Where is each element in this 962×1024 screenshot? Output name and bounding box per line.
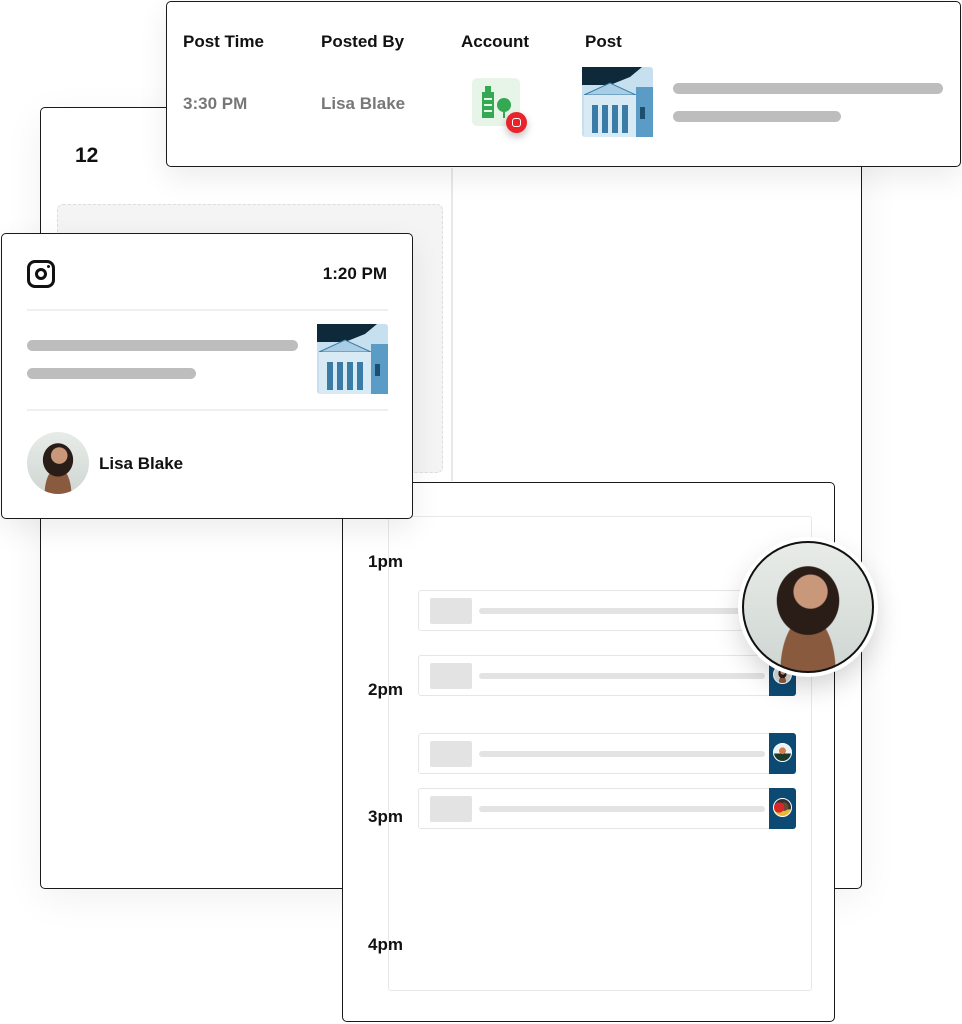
divider (27, 309, 388, 311)
instagram-icon (27, 260, 55, 288)
author-tab (769, 788, 796, 829)
post-text-line (479, 806, 765, 812)
post-text-line-2 (673, 111, 841, 122)
author-name: Lisa Blake (99, 454, 184, 473)
post-table-card: Post Time Posted By Account Post 3:30 PM… (166, 1, 961, 167)
author-avatar (773, 743, 792, 762)
post-thumbnail (430, 663, 472, 689)
post-text-line (479, 751, 765, 757)
post-thumbnail-building (582, 67, 653, 137)
author-avatar (773, 798, 792, 817)
account-avatar[interactable] (472, 78, 527, 133)
author-tab (769, 733, 796, 774)
post-text-line-1 (27, 340, 298, 351)
header-posted-by: Posted By (321, 32, 405, 51)
header-post-time: Post Time (183, 32, 264, 51)
column-divider (451, 168, 453, 481)
divider (27, 409, 388, 411)
calendar-day-number: 12 (75, 144, 99, 167)
time-label-2pm: 2pm (368, 680, 403, 699)
post-text-line (479, 673, 765, 679)
post-time-value: 3:30 PM (183, 94, 248, 113)
posted-by-value: Lisa Blake (321, 94, 406, 113)
post-thumbnail-building (317, 324, 388, 394)
time-label-1pm: 1pm (368, 552, 403, 571)
time-label-3pm: 3pm (368, 807, 403, 826)
scheduled-post[interactable] (418, 788, 796, 829)
user-avatar-large[interactable] (742, 541, 874, 673)
header-account: Account (461, 32, 529, 51)
post-thumbnail (430, 598, 472, 624)
time-label-4pm: 4pm (368, 935, 403, 954)
post-text-line-1 (673, 83, 943, 94)
post-time: 1:20 PM (322, 264, 387, 283)
post-thumbnail (430, 741, 472, 767)
post-text-line-2 (27, 368, 196, 379)
scheduled-post[interactable] (418, 590, 796, 631)
post-text-line (479, 608, 765, 614)
post-thumbnail (430, 796, 472, 822)
header-post: Post (585, 32, 622, 51)
scheduled-post[interactable] (418, 655, 796, 696)
instagram-badge-icon (506, 112, 527, 133)
author-avatar (27, 432, 89, 494)
instagram-post-card[interactable]: 1:20 PM Lisa Blake (1, 233, 413, 519)
scheduled-post[interactable] (418, 733, 796, 774)
